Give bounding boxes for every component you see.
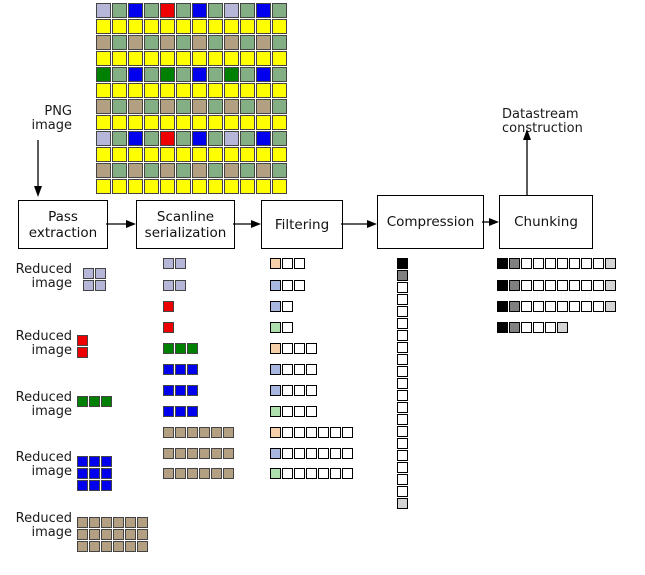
pixel-cell xyxy=(521,258,532,269)
pixel-cell xyxy=(569,301,580,312)
pixel-cell xyxy=(581,258,592,269)
pixel-cell xyxy=(545,301,556,312)
pixel-cell xyxy=(509,258,520,269)
chunks-column xyxy=(0,0,645,575)
pixel-cell xyxy=(497,322,508,333)
pixel-cell xyxy=(497,258,508,269)
pixel-cell xyxy=(557,258,568,269)
chunk-row xyxy=(497,280,616,291)
pixel-cell xyxy=(497,301,508,312)
pixel-cell xyxy=(533,322,544,333)
pixel-cell xyxy=(593,280,604,291)
pixel-cell xyxy=(557,280,568,291)
pixel-cell xyxy=(545,322,556,333)
pixel-cell xyxy=(497,280,508,291)
chunk-row xyxy=(497,301,616,312)
chunk-row xyxy=(497,258,616,269)
pixel-cell xyxy=(593,301,604,312)
pixel-cell xyxy=(521,280,532,291)
pixel-cell xyxy=(569,280,580,291)
pixel-cell xyxy=(605,301,616,312)
pixel-cell xyxy=(533,301,544,312)
pixel-cell xyxy=(557,322,568,333)
pixel-cell xyxy=(509,280,520,291)
pixel-cell xyxy=(521,301,532,312)
diagram-canvas: PNG image Datastream construction Pass e… xyxy=(0,0,645,575)
pixel-cell xyxy=(581,301,592,312)
pixel-cell xyxy=(557,301,568,312)
pixel-cell xyxy=(593,258,604,269)
pixel-cell xyxy=(533,258,544,269)
pixel-cell xyxy=(569,258,580,269)
pixel-cell xyxy=(509,322,520,333)
pixel-cell xyxy=(521,322,532,333)
chunk-row xyxy=(497,322,568,333)
pixel-cell xyxy=(581,280,592,291)
pixel-cell xyxy=(605,280,616,291)
pixel-cell xyxy=(533,280,544,291)
pixel-cell xyxy=(545,280,556,291)
pixel-cell xyxy=(509,301,520,312)
pixel-cell xyxy=(605,258,616,269)
pixel-cell xyxy=(545,258,556,269)
